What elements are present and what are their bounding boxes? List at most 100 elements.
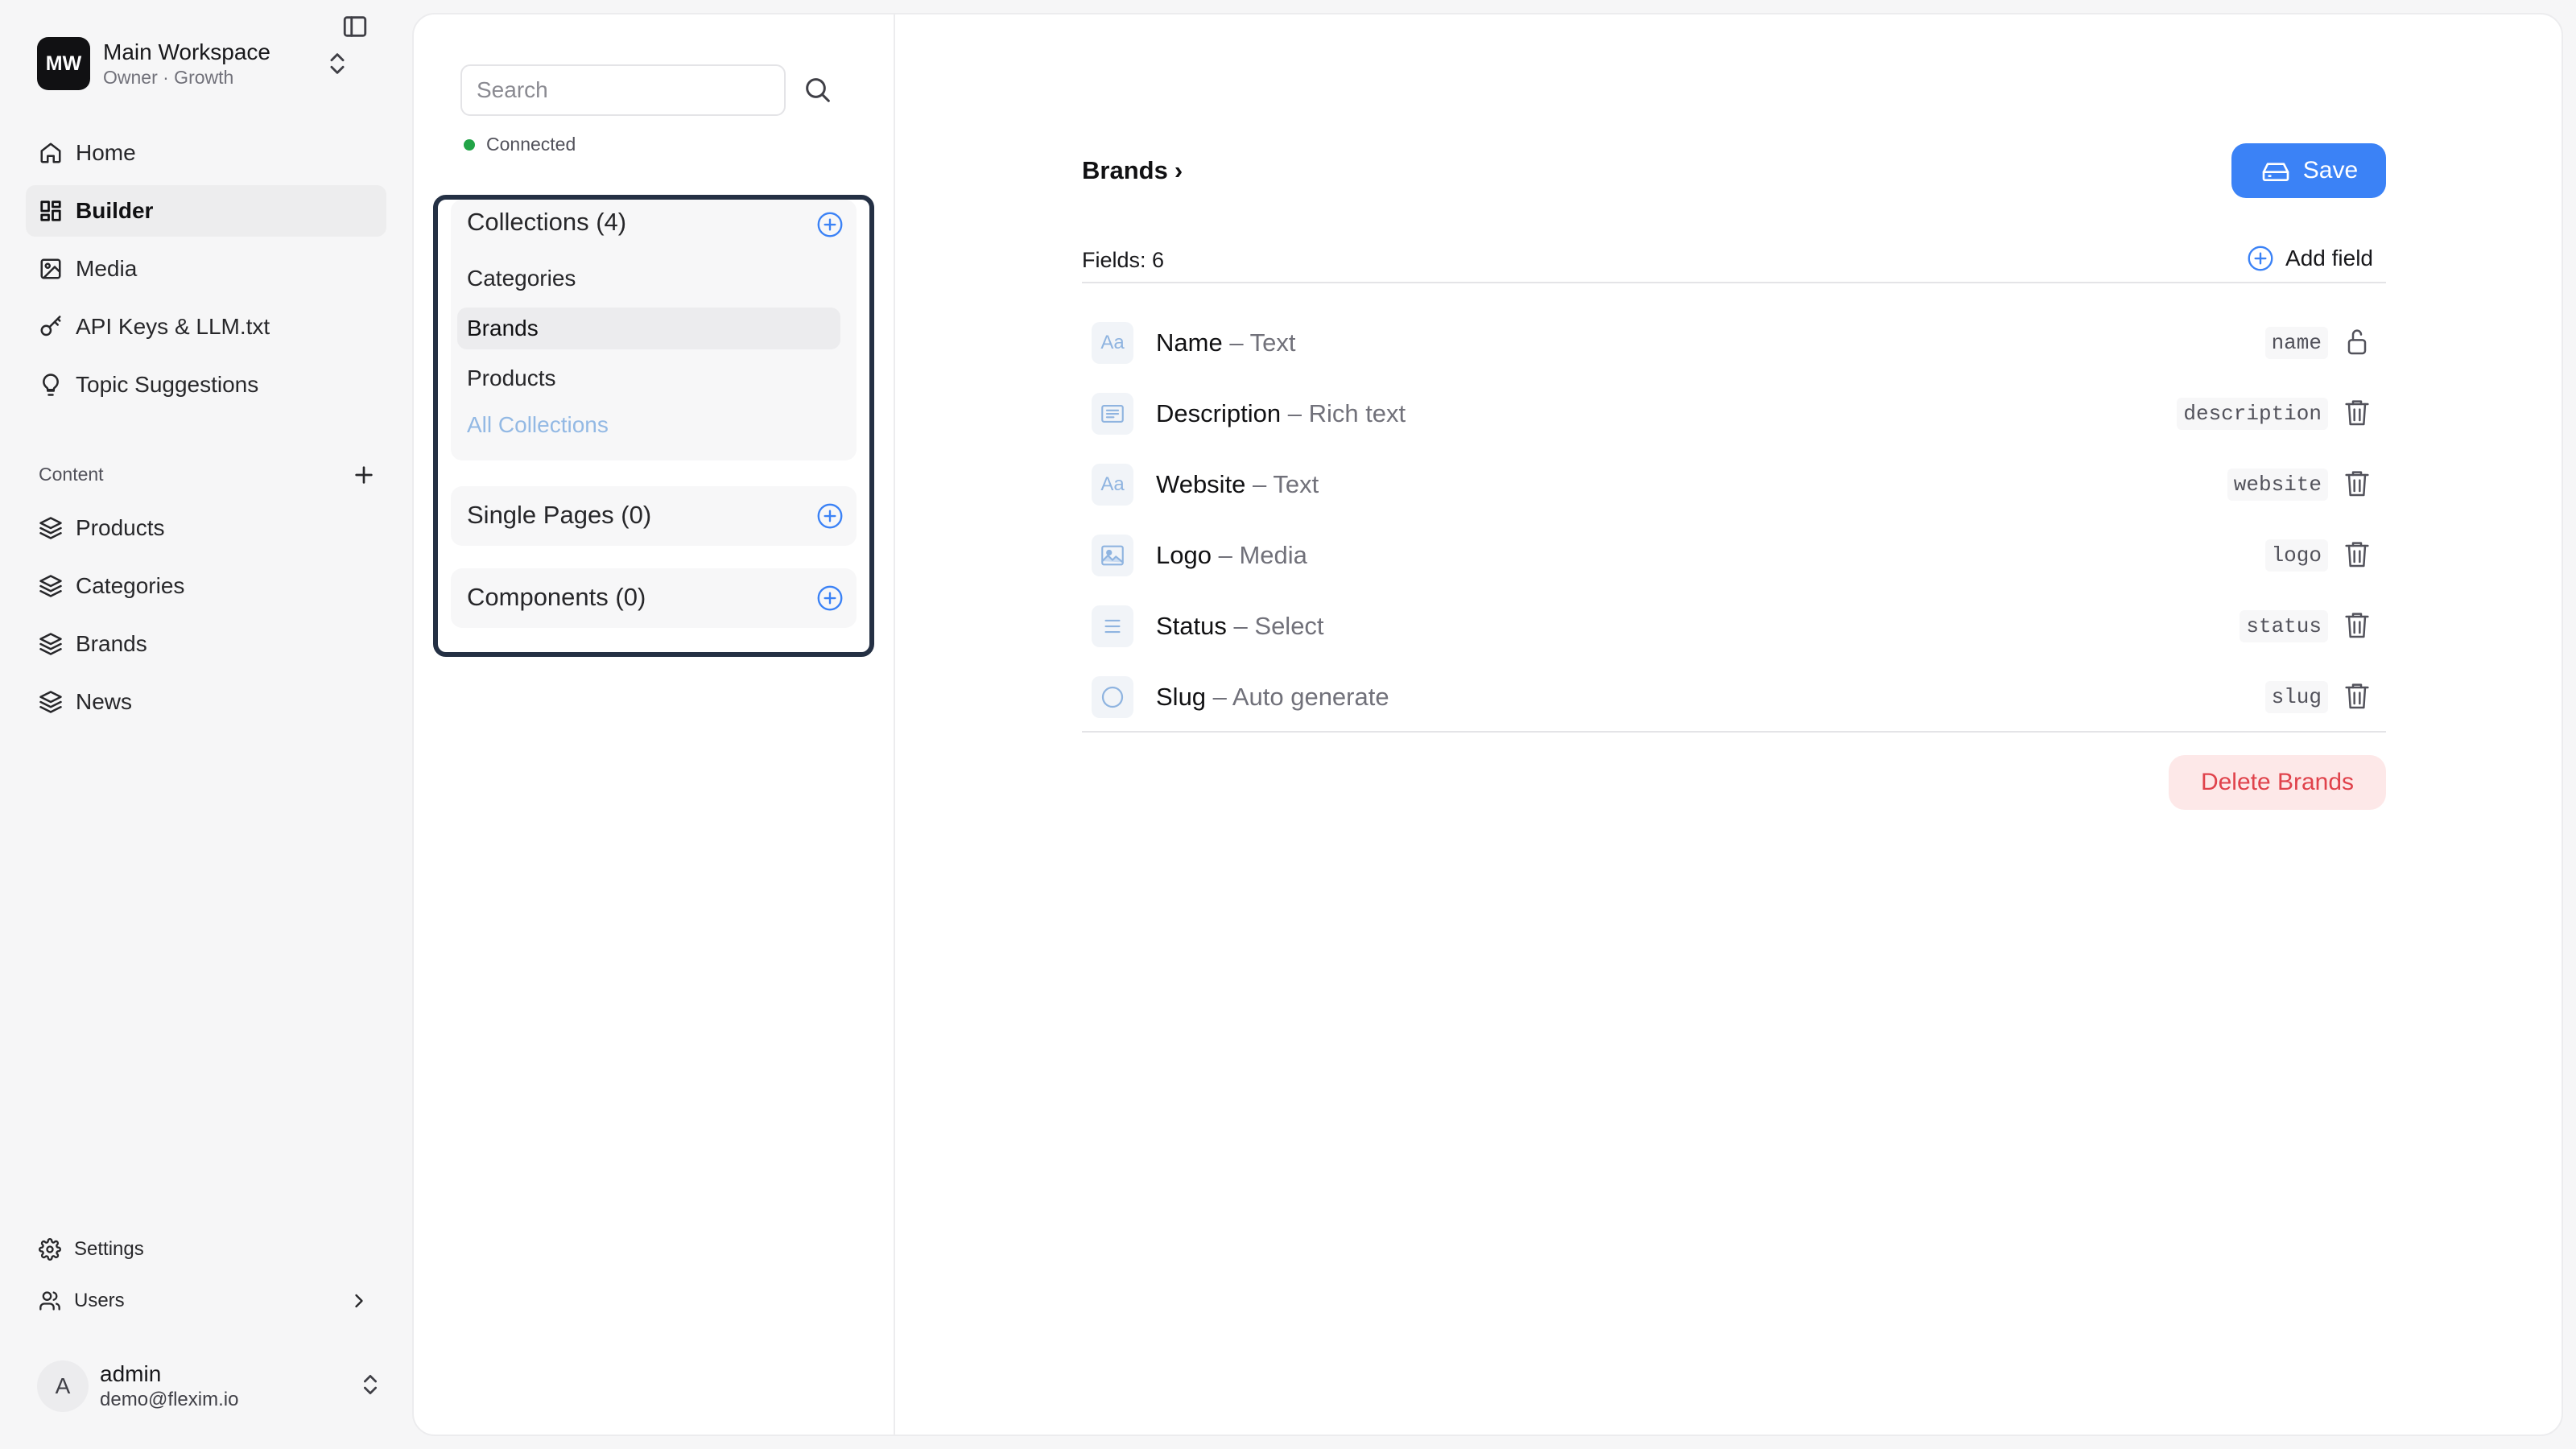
trash-icon[interactable]	[2341, 679, 2373, 712]
field-name: Logo	[1156, 541, 1212, 569]
text-type-icon: Aa	[1092, 322, 1133, 364]
single-pages-title[interactable]: Single Pages (0)	[467, 501, 651, 530]
field-separator: –	[1287, 399, 1302, 427]
field-row-logo[interactable]: Logo – Media logo	[1082, 523, 2386, 588]
layers-icon	[37, 688, 64, 716]
lightbulb-icon	[37, 371, 64, 398]
field-separator: –	[1253, 470, 1267, 498]
field-name: Website	[1156, 470, 1246, 498]
divider	[1082, 731, 2386, 733]
nav-item-label: Builder	[76, 198, 154, 223]
collection-item-categories[interactable]: Categories	[467, 258, 840, 299]
nav-item-settings[interactable]: Settings	[26, 1224, 386, 1275]
save-button[interactable]: Save	[2231, 143, 2386, 198]
lock-icon[interactable]	[2341, 325, 2373, 357]
components-title[interactable]: Components (0)	[467, 583, 646, 612]
field-label: Name – Text	[1156, 328, 1296, 357]
breadcrumb-current[interactable]: Brands	[1082, 156, 1168, 185]
content-item-label: Products	[76, 515, 165, 540]
users-icon	[37, 1288, 63, 1314]
all-collections-link[interactable]: All Collections	[467, 404, 840, 446]
field-name: Slug	[1156, 683, 1207, 711]
key-icon	[37, 313, 64, 341]
nav-item-label: Topic Suggestions	[76, 372, 259, 397]
user-email: demo@flexim.io	[100, 1389, 239, 1410]
plus-icon[interactable]	[351, 462, 377, 488]
trash-icon[interactable]	[2341, 396, 2373, 428]
nav-item-home[interactable]: Home	[26, 127, 386, 179]
sidebar-toggle-icon[interactable]	[341, 13, 369, 40]
field-label: Logo – Media	[1156, 541, 1307, 570]
collection-item-brands[interactable]: Brands	[457, 308, 840, 349]
nav-item-topic-suggestions[interactable]: Topic Suggestions	[26, 359, 386, 411]
content-item-brands[interactable]: Brands	[26, 618, 386, 670]
collection-editor: Brands › Save Fields: 6 Add field Aa Nam…	[1082, 14, 2386, 1435]
save-label: Save	[2302, 157, 2359, 184]
nav-item-builder[interactable]: Builder	[26, 185, 386, 237]
collection-item-products[interactable]: Products	[467, 357, 840, 399]
footer-nav: Settings Users	[26, 1224, 386, 1327]
search-input[interactable]	[460, 64, 786, 116]
add-field-button[interactable]: Add field	[2245, 243, 2373, 274]
workspace-name: Main Workspace	[103, 39, 271, 64]
auto-generate-icon	[1092, 676, 1133, 718]
field-row-description[interactable]: Description – Rich text description	[1082, 382, 2386, 446]
field-type: Text	[1249, 328, 1296, 357]
chevrons-up-down-icon[interactable]	[324, 50, 351, 77]
content-item-label: Brands	[76, 631, 147, 656]
workspace-logo: MW	[37, 37, 90, 90]
field-row-website[interactable]: Aa Website – Text website	[1082, 452, 2386, 517]
select-icon	[1092, 605, 1133, 647]
content-item-products[interactable]: Products	[26, 502, 386, 554]
content-item-categories[interactable]: Categories	[26, 560, 386, 612]
add-field-label: Add field	[2285, 246, 2373, 270]
connection-status: Connected	[464, 134, 576, 155]
trash-icon[interactable]	[2341, 467, 2373, 499]
chevrons-up-down-icon[interactable]	[357, 1372, 383, 1397]
main-panel: Connected Collections (4) Categories Bra…	[412, 13, 2563, 1436]
collections-title[interactable]: Collections (4)	[467, 208, 626, 237]
grid-icon	[37, 197, 64, 225]
field-row-slug[interactable]: Slug – Auto generate slug	[1082, 665, 2386, 729]
content-section-label: Content	[39, 464, 104, 485]
field-type: Media	[1239, 541, 1307, 569]
workspace-plan: Owner · Growth	[103, 67, 234, 88]
chevron-right-icon[interactable]	[348, 1290, 370, 1312]
content-item-label: News	[76, 689, 133, 714]
layers-icon	[37, 514, 64, 542]
field-row-status[interactable]: Status – Select status	[1082, 594, 2386, 658]
nav-item-media[interactable]: Media	[26, 243, 386, 295]
breadcrumb-separator: ›	[1174, 156, 1183, 184]
field-name: Name	[1156, 328, 1223, 357]
field-row-name[interactable]: Aa Name – Text name	[1082, 311, 2386, 375]
field-key: description	[2177, 398, 2328, 430]
gear-icon	[37, 1236, 63, 1262]
nav-item-api-keys[interactable]: API Keys & LLM.txt	[26, 301, 386, 353]
field-type: Rich text	[1308, 399, 1406, 427]
status-dot	[464, 138, 475, 151]
divider	[1082, 282, 2386, 283]
field-key: status	[2240, 610, 2328, 642]
footer-item-label: Settings	[74, 1238, 144, 1260]
search-icon[interactable]	[802, 74, 834, 106]
sidebar: MW Main Workspace Owner · Growth Home Bu…	[0, 0, 411, 1449]
trash-icon[interactable]	[2341, 609, 2373, 641]
field-separator: –	[1218, 541, 1232, 569]
field-key: logo	[2264, 539, 2328, 572]
add-single-page-icon[interactable]	[815, 501, 845, 531]
layers-icon	[37, 630, 64, 658]
schema-column: Connected Collections (4) Categories Bra…	[414, 14, 895, 1435]
media-icon	[1092, 535, 1133, 576]
field-label: Description – Rich text	[1156, 399, 1406, 428]
add-collection-icon[interactable]	[815, 209, 845, 240]
trash-icon[interactable]	[2341, 538, 2373, 570]
content-item-news[interactable]: News	[26, 676, 386, 728]
nav-item-users[interactable]: Users	[26, 1275, 386, 1327]
fields-count: Fields: 6	[1082, 248, 1165, 272]
delete-collection-button[interactable]: Delete Brands	[2169, 755, 2386, 810]
user-menu[interactable]: A admin demo@flexim.io	[37, 1357, 383, 1415]
save-icon	[2260, 155, 2303, 187]
add-component-icon[interactable]	[815, 583, 845, 613]
schema-tree: Collections (4) Categories Brands Produc…	[433, 195, 874, 657]
workspace-switcher[interactable]: MW Main Workspace Owner · Growth	[37, 37, 383, 90]
